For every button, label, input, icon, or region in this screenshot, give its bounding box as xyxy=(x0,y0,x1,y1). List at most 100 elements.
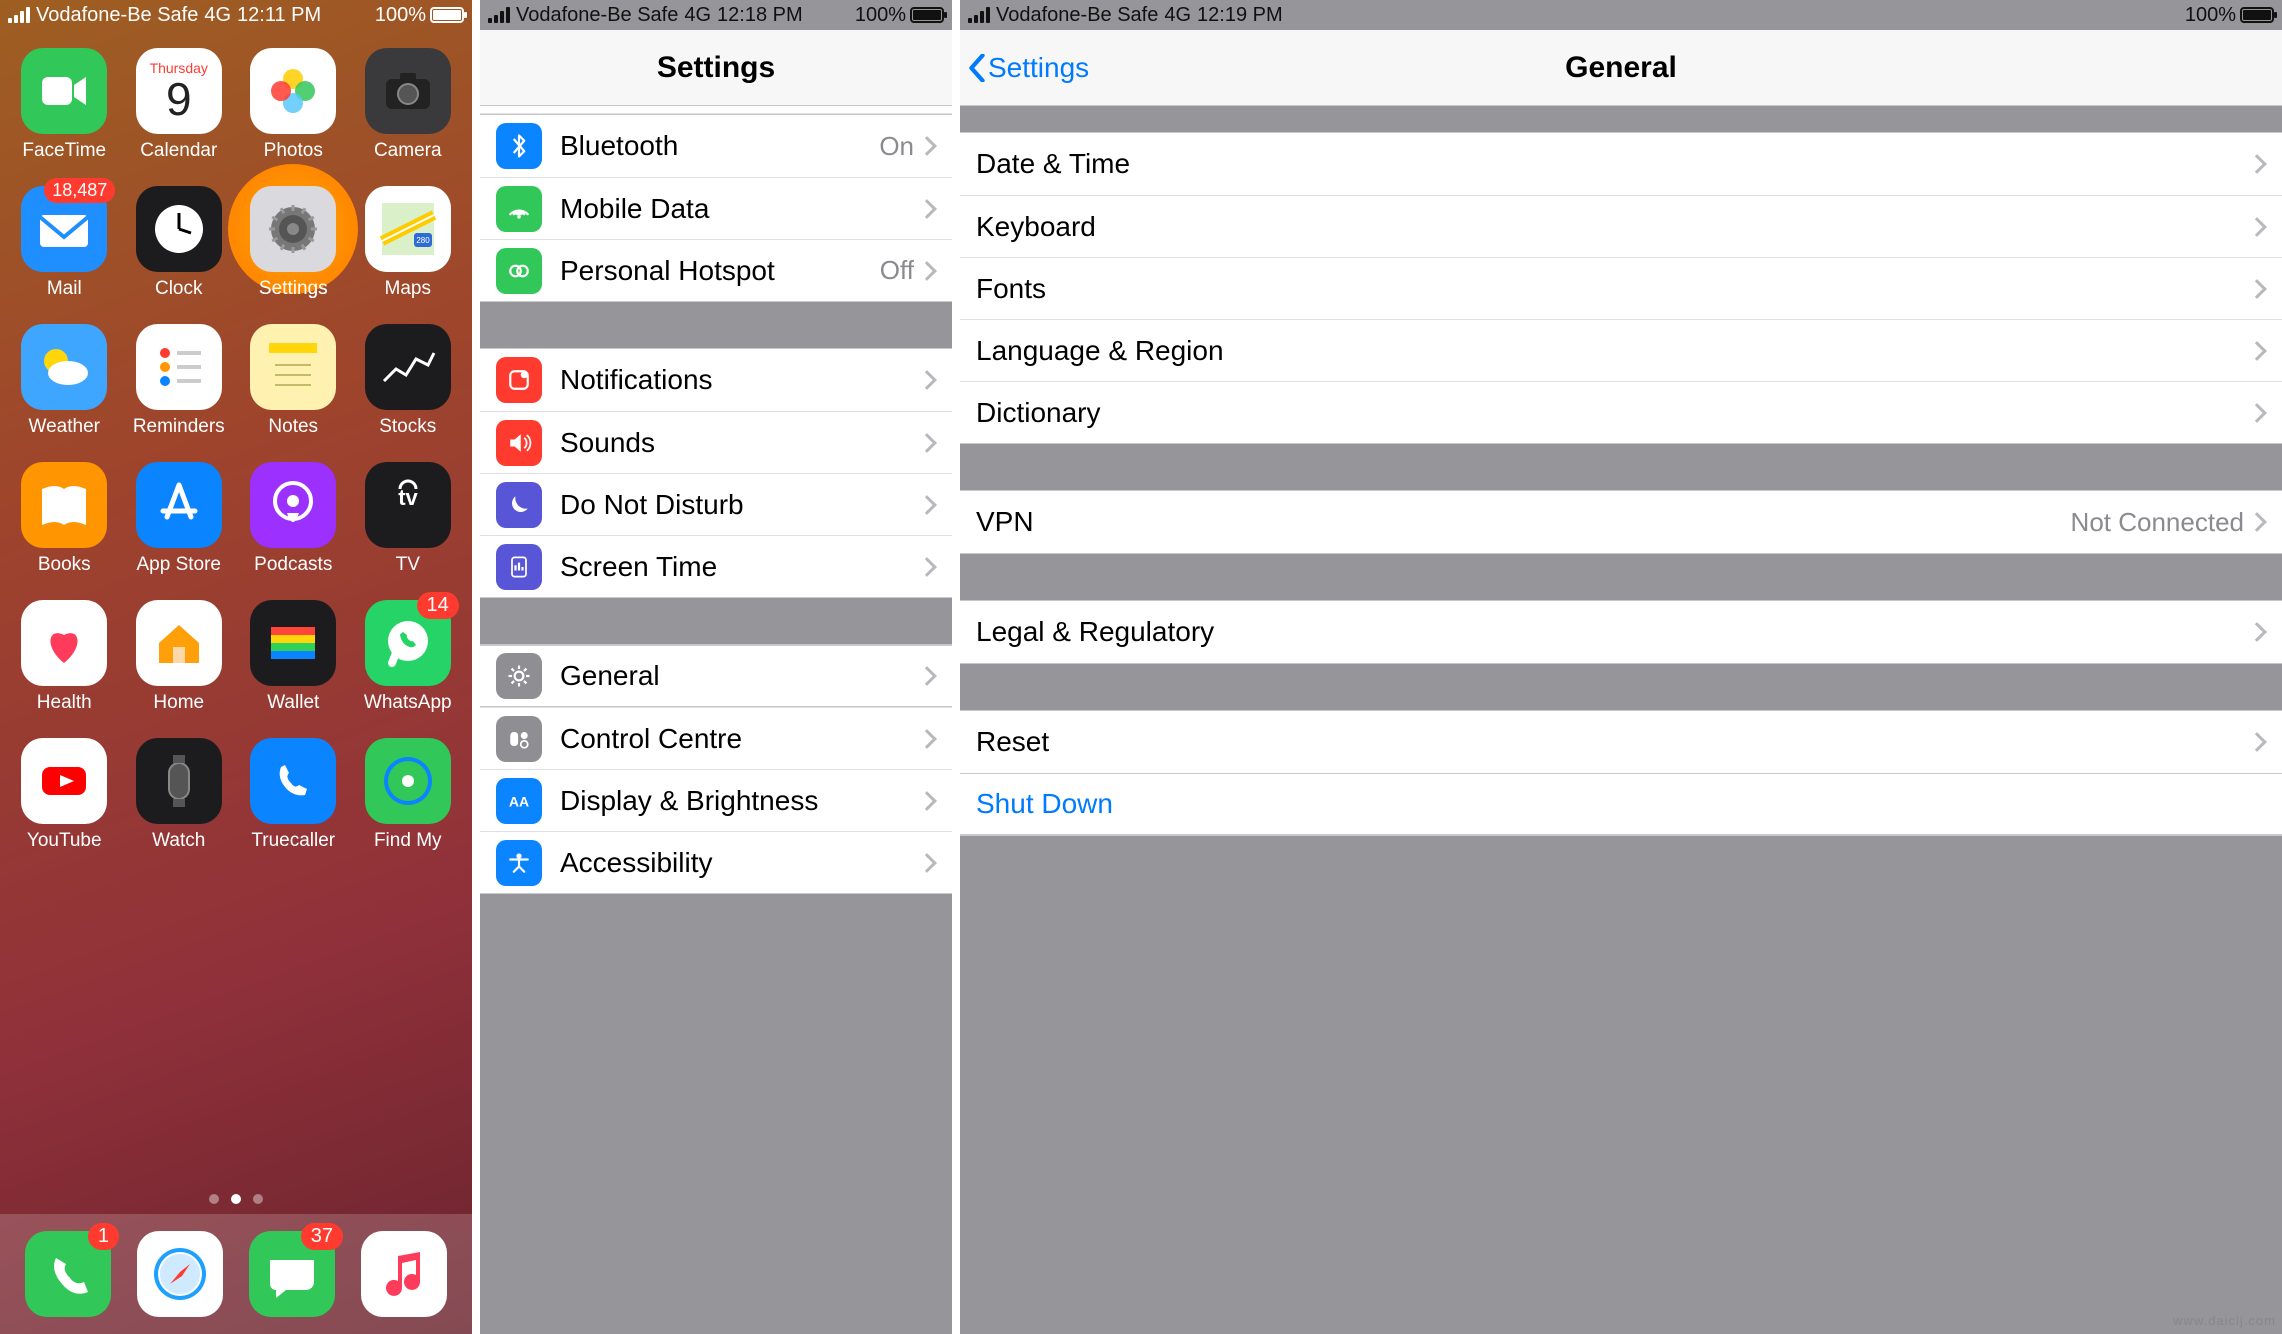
row-shut-down[interactable]: Shut Down xyxy=(960,773,2282,835)
wallet-icon xyxy=(250,600,336,686)
app-reminders[interactable]: Reminders xyxy=(131,324,228,438)
row-general[interactable]: General xyxy=(480,645,952,707)
app-youtube[interactable]: YouTube xyxy=(16,738,113,852)
control-centre-icon xyxy=(496,716,542,762)
row-dictionary[interactable]: Dictionary xyxy=(960,381,2282,443)
find-my-icon xyxy=(365,738,451,824)
row-language-region[interactable]: Language & Region xyxy=(960,319,2282,381)
row-label: Keyboard xyxy=(976,211,2250,243)
app-label: FaceTime xyxy=(22,140,106,162)
app-label: App Store xyxy=(137,554,222,576)
badge: 37 xyxy=(301,1223,343,1250)
dock-app-messages[interactable]: 37 xyxy=(249,1231,335,1317)
row-notifications[interactable]: Notifications xyxy=(480,349,952,411)
row-sounds[interactable]: Sounds xyxy=(480,411,952,473)
status-bar: Vodafone-Be Safe 4G 12:11 PM 100% xyxy=(0,0,472,30)
row-mobile-data[interactable]: Mobile Data xyxy=(480,177,952,239)
chevron-left-icon xyxy=(968,54,986,82)
app-label: YouTube xyxy=(27,830,102,852)
row-screen-time[interactable]: Screen Time xyxy=(480,535,952,597)
row-bluetooth[interactable]: BluetoothOn xyxy=(480,115,952,177)
status-bar: Vodafone-Be Safe 4G 12:18 PM 100% xyxy=(480,0,952,30)
row-label: Reset xyxy=(976,726,2250,758)
app-home[interactable]: Home xyxy=(131,600,228,714)
row-control-centre[interactable]: Control Centre xyxy=(480,707,952,769)
dock-app-music[interactable] xyxy=(361,1231,447,1317)
row-do-not-disturb[interactable]: Do Not Disturb xyxy=(480,473,952,535)
row-display-brightness[interactable]: AADisplay & Brightness xyxy=(480,769,952,831)
app-settings-highlighted[interactable]: Settings xyxy=(245,186,342,300)
mobile-data-icon xyxy=(496,186,542,232)
row-fonts[interactable]: Fonts xyxy=(960,257,2282,319)
chevron-right-icon xyxy=(917,199,937,219)
app-calendar[interactable]: Thursday9Calendar xyxy=(131,48,228,162)
personal-hotspot-icon xyxy=(496,248,542,294)
app-books[interactable]: Books xyxy=(16,462,113,576)
app-wallet[interactable]: Wallet xyxy=(245,600,342,714)
app-weather[interactable]: Weather xyxy=(16,324,113,438)
chevron-right-icon xyxy=(917,495,937,515)
chevron-right-icon xyxy=(2247,154,2267,174)
panel-home-screen: Vodafone-Be Safe 4G 12:11 PM 100% FaceTi… xyxy=(0,0,472,1334)
camera-icon xyxy=(365,48,451,134)
app-maps[interactable]: 280Maps xyxy=(360,186,457,300)
chevron-right-icon xyxy=(917,370,937,390)
app-camera[interactable]: Camera xyxy=(360,48,457,162)
dock-app-phone[interactable]: 1 xyxy=(25,1231,111,1317)
app-photos[interactable]: Photos xyxy=(245,48,342,162)
app-label: Home xyxy=(153,692,204,714)
battery-icon xyxy=(2240,7,2274,23)
bluetooth-icon xyxy=(496,123,542,169)
chevron-right-icon xyxy=(2247,279,2267,299)
row-value: Off xyxy=(880,255,914,286)
app-stocks[interactable]: Stocks xyxy=(360,324,457,438)
row-accessibility[interactable]: Accessibility xyxy=(480,831,952,893)
app-find-my[interactable]: Find My xyxy=(360,738,457,852)
app-store-icon xyxy=(136,462,222,548)
app-notes[interactable]: Notes xyxy=(245,324,342,438)
row-label: General xyxy=(560,660,920,692)
app-watch[interactable]: Watch xyxy=(131,738,228,852)
row-keyboard[interactable]: Keyboard xyxy=(960,195,2282,257)
row-personal-hotspot[interactable]: Personal HotspotOff xyxy=(480,239,952,301)
row-reset[interactable]: Reset xyxy=(960,711,2282,773)
row-legal-regulatory[interactable]: Legal & Regulatory xyxy=(960,601,2282,663)
app-label: Weather xyxy=(29,416,100,438)
chevron-right-icon xyxy=(917,261,937,281)
photos-icon xyxy=(250,48,336,134)
general-icon xyxy=(496,653,542,699)
chevron-right-icon xyxy=(917,666,937,686)
app-label: TV xyxy=(396,554,420,576)
dock-app-safari[interactable] xyxy=(137,1231,223,1317)
app-podcasts[interactable]: Podcasts xyxy=(245,462,342,576)
row-date-time[interactable]: Date & Time xyxy=(960,133,2282,195)
page-indicator[interactable] xyxy=(0,1194,472,1204)
sounds-icon xyxy=(496,420,542,466)
row-label: VPN xyxy=(976,506,2071,538)
status-battery-pct: 100% xyxy=(375,4,426,27)
app-tv[interactable]: tv TV xyxy=(360,462,457,576)
calendar-icon: Thursday9 xyxy=(136,48,222,134)
row-label: Legal & Regulatory xyxy=(976,616,2250,648)
status-network: 4G xyxy=(1164,4,1191,27)
app-truecaller[interactable]: Truecaller xyxy=(245,738,342,852)
app-facetime[interactable]: FaceTime xyxy=(16,48,113,162)
row-vpn[interactable]: VPNNot Connected xyxy=(960,491,2282,553)
app-label: Mail xyxy=(47,278,82,300)
app-label: Podcasts xyxy=(254,554,332,576)
facetime-icon xyxy=(21,48,107,134)
row-label: Display & Brightness xyxy=(560,785,920,817)
app-health[interactable]: Health xyxy=(16,600,113,714)
app-clock[interactable]: Clock xyxy=(131,186,228,300)
tv-icon: tv xyxy=(365,462,451,548)
navbar: Settings xyxy=(480,30,952,106)
chevron-right-icon xyxy=(2247,512,2267,532)
app-mail[interactable]: 18,487Mail xyxy=(16,186,113,300)
reminders-icon xyxy=(136,324,222,410)
app-app-store[interactable]: App Store xyxy=(131,462,228,576)
chevron-right-icon xyxy=(917,791,937,811)
back-button[interactable]: Settings xyxy=(968,52,1089,84)
row-label: Mobile Data xyxy=(560,193,920,225)
chevron-right-icon xyxy=(2247,622,2267,642)
app-whatsapp[interactable]: 14WhatsApp xyxy=(360,600,457,714)
